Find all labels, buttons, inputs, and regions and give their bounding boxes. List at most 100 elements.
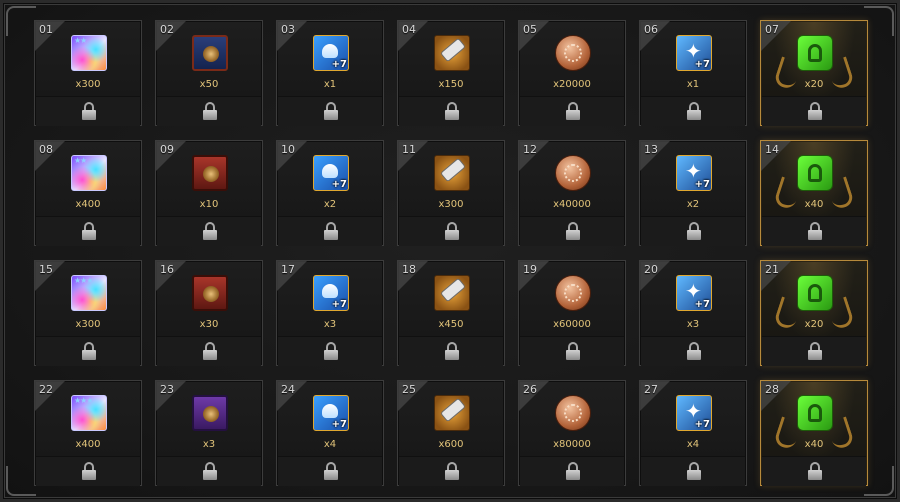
- reward-slot[interactable]: 14 x40: [760, 140, 868, 246]
- reward-slot[interactable]: 10 +7 x2: [276, 140, 384, 246]
- reward-slot[interactable]: 02 x50: [155, 20, 263, 126]
- hammer-head-icon: [441, 399, 465, 421]
- reward-slot[interactable]: 11 x300: [397, 140, 505, 246]
- reward-slot[interactable]: 23 x3: [155, 380, 263, 486]
- item-quantity: x20: [804, 319, 824, 330]
- claim-status-bar: [399, 216, 503, 246]
- slot-number: 06: [644, 23, 658, 36]
- padlock-icon: [445, 342, 459, 360]
- reward-slot[interactable]: 27 ✦ +7 x4: [639, 380, 747, 486]
- bronze-coin-icon[interactable]: [555, 395, 591, 431]
- green-tablet-icon[interactable]: [797, 155, 833, 191]
- hammer-icon[interactable]: [434, 35, 470, 71]
- bronze-coin-icon[interactable]: [555, 275, 591, 311]
- hammer-icon[interactable]: [434, 155, 470, 191]
- padlock-body: [445, 350, 459, 360]
- reward-slot[interactable]: 25 x600: [397, 380, 505, 486]
- item-quantity: x60000: [553, 319, 591, 330]
- reward-slot[interactable]: 13 ✦ +7 x2: [639, 140, 747, 246]
- padlock-body: [445, 230, 459, 240]
- claim-status-bar: [520, 456, 624, 486]
- blue-stone-scroll-plus7-icon[interactable]: +7: [313, 395, 349, 431]
- rainbow-crystal-3star-icon[interactable]: ★★★: [71, 395, 107, 431]
- padlock-body: [808, 110, 822, 120]
- claim-status-bar: [278, 336, 382, 366]
- green-tablet-icon[interactable]: [797, 275, 833, 311]
- red-tome-icon[interactable]: [192, 155, 228, 191]
- bronze-coin-icon[interactable]: [555, 35, 591, 71]
- blue-star-scroll-plus7-icon[interactable]: ✦ +7: [676, 35, 712, 71]
- claim-status-bar: [36, 456, 140, 486]
- reward-slot[interactable]: 12 x40000: [518, 140, 626, 246]
- slot-number: 16: [160, 263, 174, 276]
- green-tablet-icon[interactable]: [797, 395, 833, 431]
- star-glyph-icon: ✦: [685, 279, 702, 303]
- rainbow-crystal-2star-icon[interactable]: ★★: [71, 35, 107, 71]
- hammer-icon[interactable]: [434, 275, 470, 311]
- claim-status-bar: [762, 456, 866, 486]
- blue-tome-icon[interactable]: [192, 35, 228, 71]
- blue-stone-scroll-plus7-icon[interactable]: +7: [313, 155, 349, 191]
- slot-number: 13: [644, 143, 658, 156]
- slot-number: 17: [281, 263, 295, 276]
- item-quantity: x40: [804, 439, 824, 450]
- blue-star-scroll-plus7-icon[interactable]: ✦ +7: [676, 275, 712, 311]
- reward-slot[interactable]: 16 x30: [155, 260, 263, 366]
- blue-stone-scroll-plus7-icon[interactable]: +7: [313, 35, 349, 71]
- reward-slot[interactable]: 19 x60000: [518, 260, 626, 366]
- red-tome-icon[interactable]: [192, 275, 228, 311]
- frame-corner-ornament: [6, 6, 36, 36]
- item-quantity: x600: [438, 439, 464, 450]
- reward-slot[interactable]: 22 ★★★ x400: [34, 380, 142, 486]
- frame-corner-ornament: [6, 466, 36, 496]
- tome-emblem-icon: [203, 286, 219, 302]
- padlock-body: [808, 350, 822, 360]
- padlock-icon: [324, 342, 338, 360]
- padlock-icon: [203, 102, 217, 120]
- slot-number: 21: [765, 263, 779, 276]
- reward-slot[interactable]: 07 x20: [760, 20, 868, 126]
- reward-slot[interactable]: 21 x20: [760, 260, 868, 366]
- padlock-icon: [445, 222, 459, 240]
- reward-slot[interactable]: 03 +7 x1: [276, 20, 384, 126]
- blue-star-scroll-plus7-icon[interactable]: ✦ +7: [676, 395, 712, 431]
- padlock-body: [324, 110, 338, 120]
- rainbow-crystal-3star-icon[interactable]: ★★★: [71, 275, 107, 311]
- blue-star-scroll-plus7-icon[interactable]: ✦ +7: [676, 155, 712, 191]
- item-quantity: x300: [75, 79, 101, 90]
- reward-slot[interactable]: 17 +7 x3: [276, 260, 384, 366]
- padlock-icon: [82, 102, 96, 120]
- purple-tome-icon[interactable]: [192, 395, 228, 431]
- padlock-body: [324, 350, 338, 360]
- slot-number: 07: [765, 23, 779, 36]
- green-tablet-icon[interactable]: [797, 35, 833, 71]
- item-quantity: x450: [438, 319, 464, 330]
- blue-stone-scroll-plus7-icon[interactable]: +7: [313, 275, 349, 311]
- reward-slot[interactable]: 18 x450: [397, 260, 505, 366]
- padlock-body: [566, 470, 580, 480]
- reward-slot[interactable]: 06 ✦ +7 x1: [639, 20, 747, 126]
- item-quantity: x1: [686, 79, 700, 90]
- reward-slot[interactable]: 15 ★★★ x300: [34, 260, 142, 366]
- item-quantity: x2: [686, 199, 700, 210]
- padlock-body: [687, 350, 701, 360]
- padlock-icon: [203, 462, 217, 480]
- reward-slot[interactable]: 28 x40: [760, 380, 868, 486]
- padlock-body: [808, 470, 822, 480]
- slot-number: 03: [281, 23, 295, 36]
- reward-slot[interactable]: 08 ★★ x400: [34, 140, 142, 246]
- bronze-coin-icon[interactable]: [555, 155, 591, 191]
- reward-slot[interactable]: 05 x20000: [518, 20, 626, 126]
- star-rank-icon: ★★★: [74, 396, 93, 405]
- reward-slot[interactable]: 24 +7 x4: [276, 380, 384, 486]
- reward-slot[interactable]: 01 ★★ x300: [34, 20, 142, 126]
- reward-slot[interactable]: 09 x10: [155, 140, 263, 246]
- rune-glyph-icon: [808, 284, 822, 302]
- rainbow-crystal-2star-icon[interactable]: ★★: [71, 155, 107, 191]
- padlock-icon: [808, 462, 822, 480]
- reward-slot[interactable]: 20 ✦ +7 x3: [639, 260, 747, 366]
- coin-engraving-icon: [564, 44, 582, 62]
- reward-slot[interactable]: 04 x150: [397, 20, 505, 126]
- reward-slot[interactable]: 26 x80000: [518, 380, 626, 486]
- hammer-icon[interactable]: [434, 395, 470, 431]
